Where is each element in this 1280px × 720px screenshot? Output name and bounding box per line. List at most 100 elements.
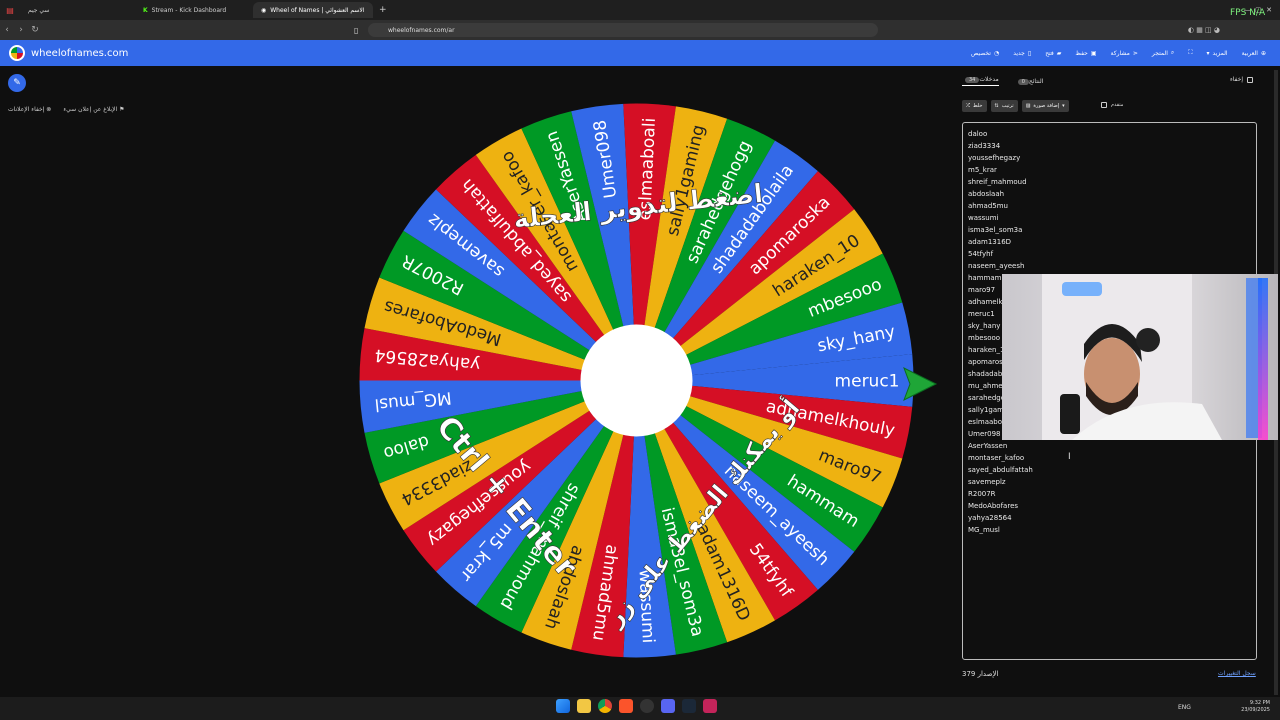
shuffle-icon: ⤮ bbox=[966, 103, 971, 109]
opera-gx-icon[interactable] bbox=[703, 699, 717, 713]
new-tab-button[interactable]: + bbox=[379, 5, 387, 15]
entry-line[interactable]: AserYassen bbox=[968, 440, 1251, 452]
menu-language[interactable]: ⊕ العربية bbox=[1242, 50, 1266, 57]
chrome-icon[interactable] bbox=[598, 699, 612, 713]
results-count-badge: 0 bbox=[1017, 78, 1029, 85]
entry-line[interactable]: m5_krar bbox=[968, 164, 1251, 176]
file-explorer-icon[interactable] bbox=[577, 699, 591, 713]
site-name[interactable]: wheelofnames.com bbox=[31, 48, 128, 59]
text-cursor-icon: I bbox=[1068, 452, 1071, 462]
tab-title: Wheel of Names | الاسم العشوائي bbox=[270, 6, 365, 14]
menu-new[interactable]: ▯ جديد bbox=[1013, 50, 1031, 57]
hide-panel-toggle[interactable]: إخفاء bbox=[1230, 76, 1253, 83]
pencil-icon: ✎ bbox=[13, 78, 21, 88]
streamer-image bbox=[1042, 274, 1262, 440]
entry-line[interactable]: ahmad5mu bbox=[968, 200, 1251, 212]
share-icon: ⋖ bbox=[1132, 49, 1138, 57]
wheel-center[interactable] bbox=[580, 324, 693, 437]
site-menu: ⊕ العربية المزيد ▾ ⛶ ⌕ المتجر ⋖ مشاركة ▣ حفظ … bbox=[971, 40, 1266, 66]
tab-entries[interactable]: مدخلات34 bbox=[962, 76, 999, 86]
site-logo-icon[interactable] bbox=[9, 45, 25, 61]
url-text: wheelofnames.com/ar bbox=[388, 26, 455, 34]
forward-icon[interactable]: › bbox=[14, 25, 28, 35]
entry-line[interactable]: savemeplz bbox=[968, 476, 1251, 488]
browser-tab-3[interactable]: ◉Wheel of Names | الاسم العشوائي✕ bbox=[253, 2, 373, 18]
entry-line[interactable]: wassumi bbox=[968, 212, 1251, 224]
chevron-down-icon: ▾ bbox=[1206, 49, 1210, 57]
entry-line[interactable]: shreif_mahmoud bbox=[968, 176, 1251, 188]
entries-count-badge: 34 bbox=[965, 77, 980, 83]
fullscreen-icon: ⛶ bbox=[1188, 49, 1193, 56]
menu-open[interactable]: ▰ فتح bbox=[1045, 50, 1061, 57]
version-count: 379 الإصدار bbox=[962, 670, 999, 678]
entry-line[interactable]: naseem_ayeesh bbox=[968, 260, 1251, 272]
entry-line[interactable]: yahya28564 bbox=[968, 512, 1251, 524]
extensions-icons[interactable]: ◐ ▦ ◫ ◕ bbox=[1188, 26, 1220, 34]
tab-results[interactable]: النتائج0 bbox=[1015, 78, 1043, 85]
folder-icon: ▰ bbox=[1056, 49, 1062, 57]
sort-button[interactable]: ⇅ ترتيب bbox=[990, 100, 1018, 112]
terminal-icon[interactable] bbox=[640, 699, 654, 713]
clock[interactable]: 9:32 PM 23/09/2025 bbox=[1241, 700, 1270, 714]
entry-line[interactable]: abdoslaah bbox=[968, 188, 1251, 200]
report-ad-link[interactable]: ⚑ الإبلاغ عن إعلان سيء bbox=[63, 106, 124, 113]
browser-menu-icon[interactable]: ▤ bbox=[0, 6, 20, 15]
changelog-link[interactable]: سجل التغييرات bbox=[1218, 670, 1256, 677]
chevron-down-icon: ▾ bbox=[1062, 103, 1065, 109]
browser-tab-1[interactable]: سي جيم bbox=[20, 2, 135, 18]
ad-controls: ⚑ الإبلاغ عن إعلان سيء ⊗ إخفاء الإعلانات bbox=[8, 106, 124, 113]
discord-icon[interactable] bbox=[661, 699, 675, 713]
entry-line[interactable]: isma3el_som3a bbox=[968, 224, 1251, 236]
start-icon[interactable] bbox=[556, 699, 570, 713]
tab-title: Stream - Kick Dashboard bbox=[151, 6, 227, 14]
entry-line[interactable]: R2007R bbox=[968, 488, 1251, 500]
menu-fullscreen[interactable]: ⛶ bbox=[1188, 49, 1192, 57]
advanced-checkbox[interactable] bbox=[1101, 102, 1107, 108]
menu-gallery[interactable]: ⌕ المتجر bbox=[1152, 49, 1174, 57]
steam-icon[interactable] bbox=[682, 699, 696, 713]
edit-pencil-button[interactable]: ✎ bbox=[8, 74, 26, 92]
entry-line[interactable]: MG_musl bbox=[968, 524, 1251, 536]
flag-icon: ⚑ bbox=[117, 106, 125, 113]
menu-save[interactable]: ▣ حفظ bbox=[1075, 50, 1096, 57]
sort-icon: ⇅ bbox=[994, 103, 999, 109]
entry-line[interactable]: sayed_abdulfattah bbox=[968, 464, 1251, 476]
fps-overlay: FPS N/A bbox=[1230, 8, 1266, 18]
hide-ads-link[interactable]: ⊗ إخفاء الإعلانات bbox=[8, 106, 51, 113]
webcam-overlay bbox=[1002, 274, 1278, 440]
new-file-icon: ▯ bbox=[1027, 49, 1032, 57]
wheel-graphic[interactable]: meruc1adhamelkhoulymaro97hammamnaseem_ay… bbox=[359, 103, 914, 658]
brave-icon[interactable] bbox=[619, 699, 633, 713]
browser-tab-2[interactable]: K Stream - Kick Dashboard bbox=[135, 2, 253, 18]
image-icon: ▨ bbox=[1025, 103, 1031, 109]
entry-line[interactable]: 54tfyhf bbox=[968, 248, 1251, 260]
tab-title: سي جيم bbox=[28, 6, 50, 14]
hide-checkbox[interactable] bbox=[1247, 76, 1253, 83]
menu-share[interactable]: ⋖ مشاركة bbox=[1111, 50, 1138, 57]
entry-line[interactable]: ziad3334 bbox=[968, 140, 1251, 152]
back-icon[interactable]: ‹ bbox=[0, 25, 14, 35]
wheel-pointer-icon bbox=[903, 366, 938, 402]
menu-more[interactable]: المزيد ▾ bbox=[1206, 50, 1227, 57]
bookmark-icon[interactable]: ▯ bbox=[354, 26, 358, 35]
entry-line[interactable]: montaser_kafoo bbox=[968, 452, 1251, 464]
reload-icon[interactable]: ↻ bbox=[28, 25, 42, 35]
name-wheel[interactable]: meruc1 adhamelkhouly maro97 hammam naseem_ay… bbox=[359, 103, 914, 658]
browser-toolbar: ‹ › ↻ ▯ wheelofnames.com/ar ◐ ▦ ◫ ◕ bbox=[0, 20, 1280, 40]
clock-date: 23/09/2025 bbox=[1241, 707, 1270, 713]
add-image-button[interactable]: ▨ إضافة صورة ▾ bbox=[1021, 100, 1069, 112]
entry-line[interactable]: youssefhegazy bbox=[968, 152, 1251, 164]
entry-line[interactable]: MedoAbofares bbox=[968, 500, 1251, 512]
advanced-toggle[interactable]: متقدم bbox=[1101, 102, 1123, 108]
save-icon: ▣ bbox=[1090, 49, 1097, 57]
clock-time: 9:32 PM bbox=[1249, 700, 1270, 706]
search-icon: ⌕ bbox=[1170, 49, 1175, 56]
input-language[interactable]: ENG bbox=[1178, 704, 1191, 711]
menu-customize[interactable]: ◔ تخصيص bbox=[971, 50, 999, 57]
shuffle-button[interactable]: ⤮ خلط bbox=[962, 100, 987, 112]
palette-icon: ◔ bbox=[993, 49, 1000, 57]
address-field[interactable]: wheelofnames.com/ar bbox=[368, 23, 878, 37]
taskbar-apps bbox=[556, 699, 717, 713]
entry-line[interactable]: daloo bbox=[968, 128, 1251, 140]
entry-line[interactable]: adam1316D bbox=[968, 236, 1251, 248]
